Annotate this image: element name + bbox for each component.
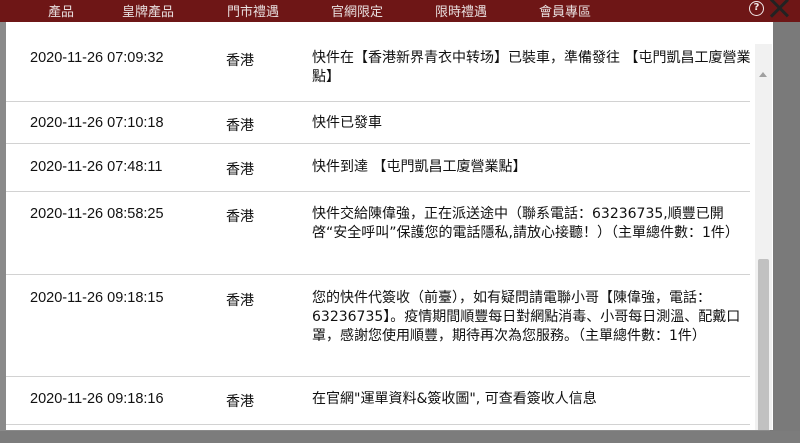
tracking-modal: 2020-11-26 07:09:32 香港 快件在【香港新界青衣中转场】已裝車… — [6, 22, 773, 430]
tracking-row: 2020-11-26 09:18:15 香港 您的快件代簽收（前臺），如有疑問請… — [6, 275, 750, 377]
tracking-row: 2020-11-26 07:09:32 香港 快件在【香港新界青衣中转场】已裝車… — [6, 22, 750, 102]
tracking-description: 在官網"運單資料&簽收圖", 可查看簽收人信息 — [312, 391, 597, 407]
tracking-time: 2020-11-26 09:18:16 — [30, 391, 164, 407]
background-page — [770, 22, 800, 443]
tracking-time: 2020-11-26 07:10:18 — [30, 115, 164, 131]
scrollbar-thumb[interactable] — [758, 259, 769, 430]
tracking-description: 您的快件代簽收（前臺），如有疑問請電聯小哥【陳偉強，電話：63236735】。疫… — [312, 290, 741, 344]
nav-item-products[interactable]: 產品 — [48, 1, 74, 20]
tracking-row: 2020-11-26 07:48:11 香港 快件到達 【屯門凱昌工廈營業點】 — [6, 144, 750, 192]
nav-item-store-offers[interactable]: 門市禮遇 — [227, 1, 279, 20]
tracking-location: 香港 — [226, 118, 254, 134]
help-icon[interactable]: ? — [749, 1, 764, 16]
tracking-description: 快件在【香港新界青衣中转场】已裝車，準備發往 【屯門凱昌工廈營業點】 — [312, 50, 751, 85]
nav-item-online-exclusive[interactable]: 官網限定 — [331, 1, 383, 20]
site-nav-bar: 產品 皇牌產品 門市禮遇 官網限定 限時禮遇 會員專區 ? — [0, 0, 800, 22]
tracking-location: 香港 — [226, 209, 254, 225]
tracking-row: 2020-11-26 08:58:25 香港 快件交給陳偉強，正在派送途中（聯系… — [6, 192, 750, 275]
scroll-up-arrow-icon[interactable] — [759, 72, 767, 77]
background-page-footer — [0, 431, 800, 443]
tracking-description: 快件已發車 — [312, 115, 382, 131]
tracking-description: 快件交給陳偉強，正在派送途中（聯系電話：63236735,順豐已開啓“安全呼叫”… — [312, 206, 739, 241]
tracking-location: 香港 — [226, 162, 254, 178]
tracking-time: 2020-11-26 07:09:32 — [30, 50, 164, 66]
tracking-row: 2020-11-26 09:18:16 香港 在官網"運單資料&簽收圖", 可查… — [6, 377, 750, 425]
tracking-location: 香港 — [226, 293, 254, 309]
tracking-time: 2020-11-26 08:58:25 — [30, 206, 164, 222]
modal-scrollbar[interactable] — [755, 44, 772, 430]
nav-item-signature-products[interactable]: 皇牌產品 — [122, 1, 174, 20]
tracking-time: 2020-11-26 09:18:15 — [30, 290, 164, 306]
tracking-description: 快件到達 【屯門凱昌工廈營業點】 — [312, 159, 527, 175]
tracking-time: 2020-11-26 07:48:11 — [30, 159, 163, 175]
close-icon[interactable] — [764, 0, 794, 24]
tracking-row: 2020-11-26 07:10:18 香港 快件已發車 — [6, 102, 750, 144]
nav-item-limited-offers[interactable]: 限時禮遇 — [435, 1, 487, 20]
nav-item-member-zone[interactable]: 會員專區 — [539, 1, 591, 20]
tracking-location: 香港 — [226, 53, 254, 69]
tracking-location: 香港 — [226, 394, 254, 410]
